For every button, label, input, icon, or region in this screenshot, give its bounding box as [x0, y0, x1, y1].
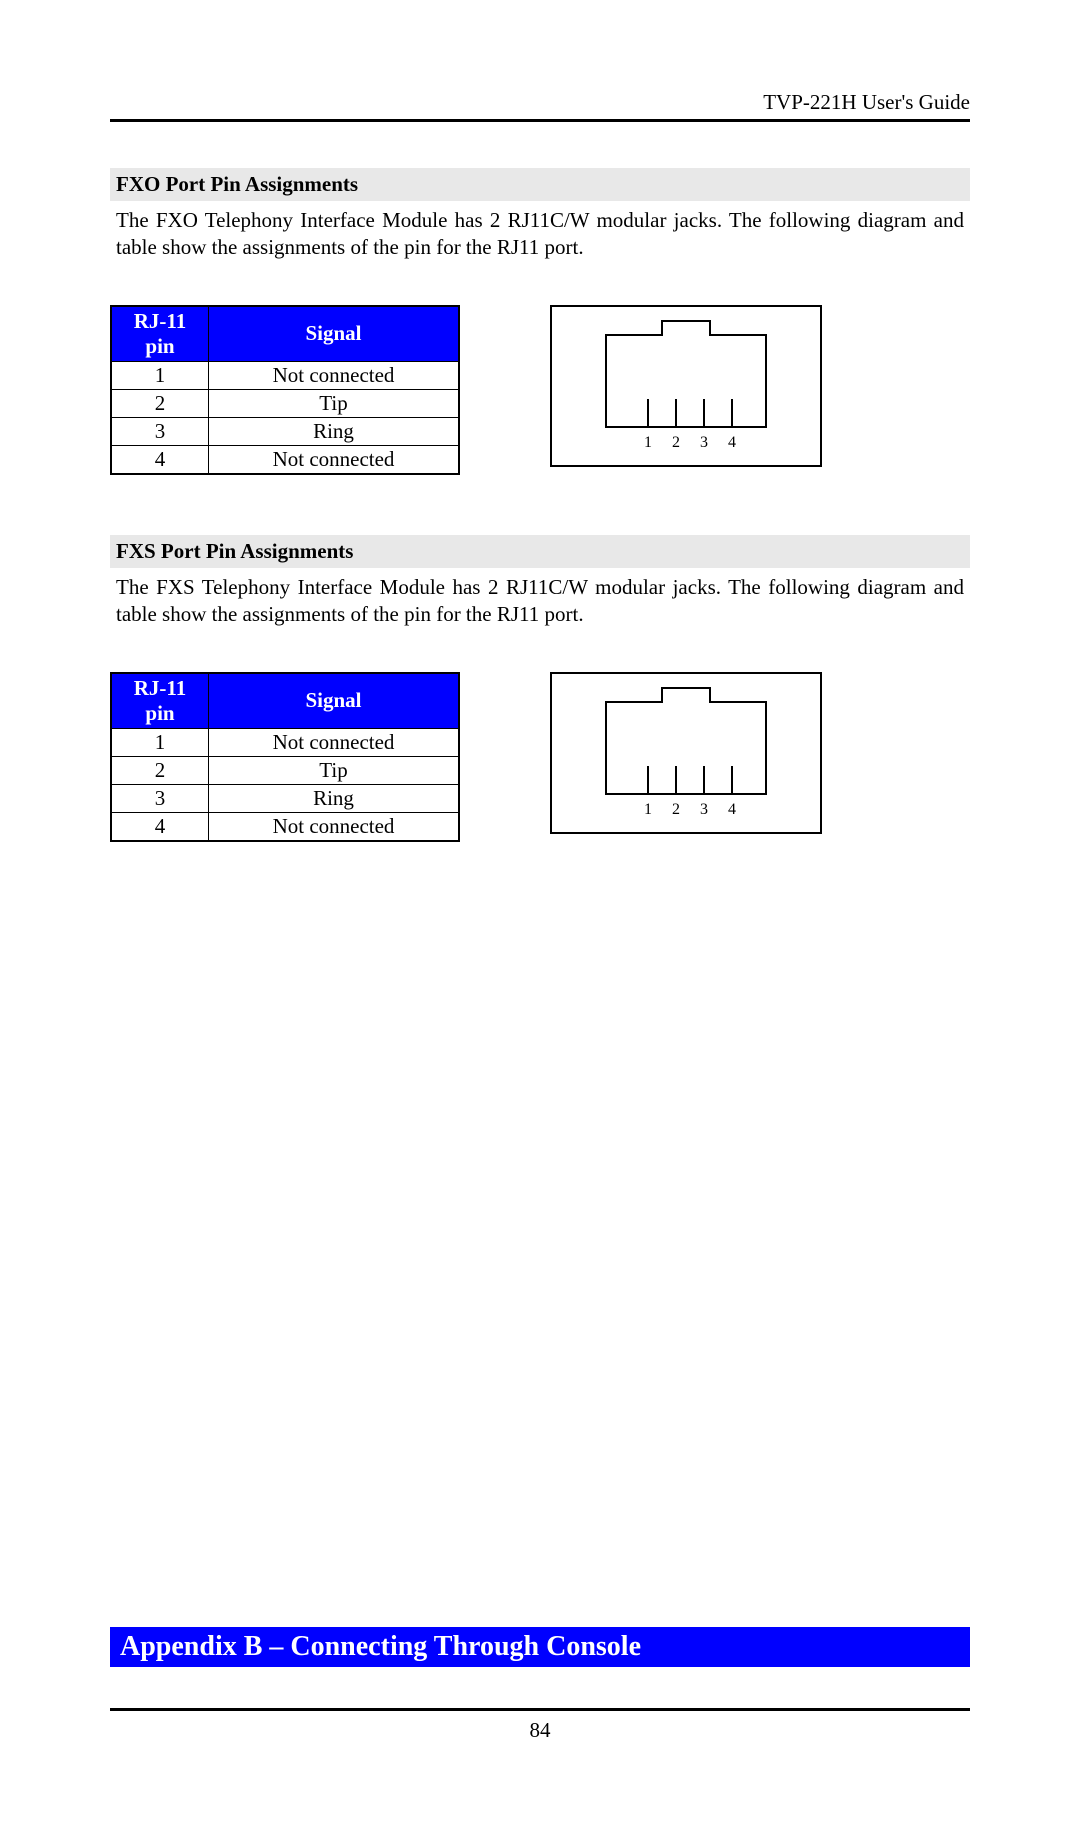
fxs-th-pin: RJ-11 pin — [111, 673, 209, 729]
fxs-pin-table: RJ-11 pin Signal 1 Not connected 2 Tip 3… — [110, 672, 460, 842]
table-row: 3 Ring — [111, 417, 459, 445]
diagram-pin-label: 1 — [644, 434, 652, 451]
diagram-pin-label: 4 — [728, 434, 736, 451]
fxo-pin: 2 — [111, 389, 209, 417]
table-row: 3 Ring — [111, 784, 459, 812]
fxs-section-title: FXS Port Pin Assignments — [110, 535, 970, 568]
table-row: 1 Not connected — [111, 361, 459, 389]
fxs-pin: 4 — [111, 812, 209, 841]
fxs-paragraph: The FXS Telephony Interface Module has 2… — [110, 574, 970, 628]
diagram-pin-label: 4 — [728, 801, 736, 818]
fxo-content-row: RJ-11 pin Signal 1 Not connected 2 Tip 3… — [110, 305, 970, 475]
fxo-signal: Not connected — [209, 445, 460, 474]
top-rule — [110, 119, 970, 122]
diagram-pin-label: 1 — [644, 801, 652, 818]
fxo-signal: Not connected — [209, 361, 460, 389]
fxs-pin: 1 — [111, 728, 209, 756]
fxs-signal: Not connected — [209, 728, 460, 756]
fxo-signal: Ring — [209, 417, 460, 445]
diagram-pin-label: 2 — [672, 434, 680, 451]
table-row: 4 Not connected — [111, 445, 459, 474]
fxo-pin: 4 — [111, 445, 209, 474]
fxo-signal: Tip — [209, 389, 460, 417]
diagram-pin-label: 3 — [700, 801, 708, 818]
fxs-signal: Ring — [209, 784, 460, 812]
diagram-pin-label: 3 — [700, 434, 708, 451]
diagram-pin-label: 2 — [672, 801, 680, 818]
fxo-pin-table: RJ-11 pin Signal 1 Not connected 2 Tip 3… — [110, 305, 460, 475]
fxs-pin: 2 — [111, 756, 209, 784]
table-row: 2 Tip — [111, 756, 459, 784]
fxs-signal: Not connected — [209, 812, 460, 841]
fxs-th-signal: Signal — [209, 673, 460, 729]
fxs-pin: 3 — [111, 784, 209, 812]
fxs-rj11-diagram: 1 2 3 4 — [550, 672, 822, 834]
fxs-signal: Tip — [209, 756, 460, 784]
appendix-title-bar: Appendix B – Connecting Through Console — [110, 1627, 970, 1667]
fxo-pin: 3 — [111, 417, 209, 445]
table-row: 2 Tip — [111, 389, 459, 417]
page: TVP-221H User's Guide FXO Port Pin Assig… — [0, 0, 1080, 1823]
bottom-rule — [110, 1708, 970, 1711]
fxo-th-signal: Signal — [209, 306, 460, 362]
fxo-pin: 1 — [111, 361, 209, 389]
fxo-rj11-diagram: 1 2 3 4 — [550, 305, 822, 467]
table-row: 4 Not connected — [111, 812, 459, 841]
fxs-content-row: RJ-11 pin Signal 1 Not connected 2 Tip 3… — [110, 672, 970, 842]
table-row: 1 Not connected — [111, 728, 459, 756]
fxo-paragraph: The FXO Telephony Interface Module has 2… — [110, 207, 970, 261]
page-number: 84 — [0, 1718, 1080, 1743]
running-head: TVP-221H User's Guide — [110, 90, 970, 119]
fxo-section-title: FXO Port Pin Assignments — [110, 168, 970, 201]
fxo-th-pin: RJ-11 pin — [111, 306, 209, 362]
